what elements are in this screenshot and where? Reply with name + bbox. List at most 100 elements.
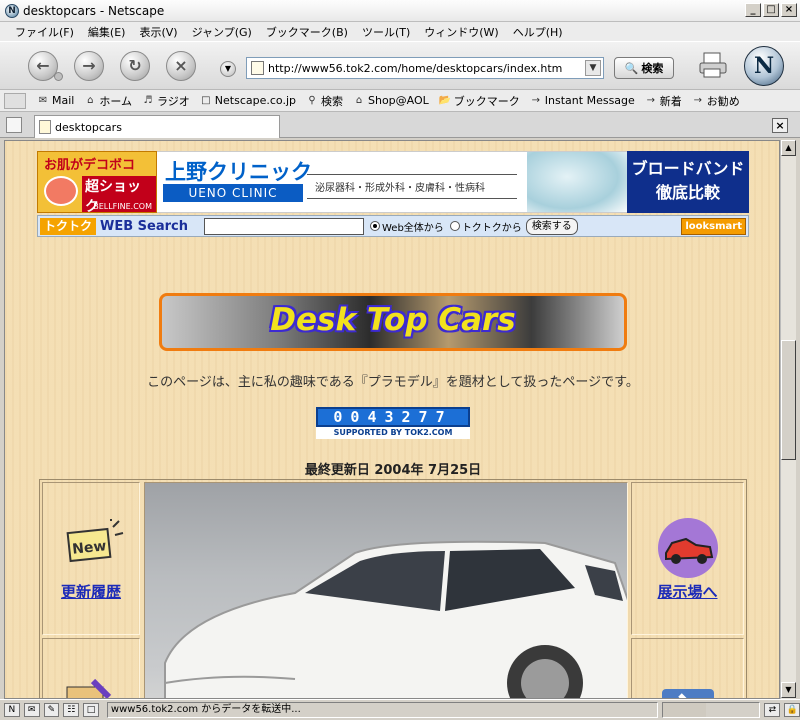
- shop-icon: ⌂: [355, 94, 363, 106]
- bookmark-recommend[interactable]: → お勧め: [687, 93, 745, 109]
- bookmark-shop[interactable]: ⌂ Shop@AOL: [348, 94, 434, 107]
- radio-site[interactable]: トクトクから: [449, 219, 522, 234]
- scroll-up-button[interactable]: ▲: [781, 140, 796, 156]
- mail-icon[interactable]: ✉: [23, 703, 40, 717]
- ad-skin-face-icon: [44, 176, 78, 206]
- security-lock-icon[interactable]: 🔒: [784, 703, 800, 717]
- forward-button[interactable]: →: [74, 51, 104, 81]
- menu-go[interactable]: ジャンプ(G): [185, 24, 259, 40]
- bookmark-label: Netscape.co.jp: [214, 94, 296, 107]
- chat-icon[interactable]: □: [83, 703, 99, 717]
- intro-text: このページは、主に私の趣味である『プラモデル』を題材として扱ったページです。: [147, 375, 639, 390]
- site-title: Desk Top Cars: [270, 302, 516, 338]
- bookmark-mail[interactable]: ✉ Mail: [32, 94, 79, 107]
- forward-arrow-icon: →: [82, 56, 96, 75]
- window-title: desktopcars - Netscape: [23, 3, 165, 18]
- showroom-cell: 展示場へ: [631, 482, 744, 635]
- url-bar[interactable]: http://www56.tok2.com/home/desktopcars/i…: [246, 57, 604, 79]
- print-icon[interactable]: [698, 51, 728, 79]
- page-content: お肌がデコボコ 超ショック BELLFINE.COM 上野クリニック UENO …: [4, 140, 780, 699]
- menu-help[interactable]: ヘルプ(H): [506, 24, 570, 40]
- bookmark-netscape[interactable]: □ Netscape.co.jp: [195, 94, 301, 107]
- radio-web[interactable]: Web全体から: [370, 219, 444, 234]
- clinic-name: 上野クリニック: [165, 160, 312, 184]
- bookmark-bookmarks[interactable]: 📂 ブックマーク: [434, 93, 525, 109]
- counter-digits: 0043277: [316, 407, 470, 427]
- home-icon: ⌂: [87, 94, 94, 106]
- scroll-down-button[interactable]: ▼: [781, 682, 796, 698]
- web-search-submit[interactable]: 検索する: [525, 217, 578, 235]
- looksmart-logo[interactable]: looksmart: [681, 217, 746, 235]
- recommend-icon: →: [693, 94, 702, 106]
- bookmark-home[interactable]: ⌂ ホーム: [79, 93, 137, 109]
- radio-button[interactable]: [449, 221, 460, 231]
- close-tab-button[interactable]: ×: [772, 118, 788, 133]
- ad-banner-row: お肌がデコボコ 超ショック BELLFINE.COM 上野クリニック UENO …: [37, 151, 749, 213]
- bookmark-label: Instant Message: [544, 94, 635, 107]
- toolbar-home-grip-icon[interactable]: [4, 93, 26, 109]
- stop-button[interactable]: ×: [166, 51, 196, 81]
- tab-bar: desktopcars ×: [0, 112, 800, 138]
- tab-label: desktopcars: [55, 120, 122, 134]
- search-button[interactable]: 🔍 検索: [614, 57, 674, 79]
- new-tab-icon[interactable]: [6, 117, 22, 133]
- mail-icon: ✉: [38, 94, 48, 106]
- maximize-button[interactable]: □: [763, 3, 779, 17]
- web-search-label: WEB Search: [100, 218, 188, 234]
- radio-site-label: トクトクから: [461, 222, 522, 234]
- menu-edit[interactable]: 編集(E): [81, 24, 133, 40]
- menu-bookmarks[interactable]: ブックマーク(B): [259, 24, 355, 40]
- ad-skin-banner[interactable]: お肌がデコボコ 超ショック BELLFINE.COM: [37, 151, 157, 213]
- url-history-dropdown[interactable]: ▼: [585, 60, 601, 76]
- tab-desktopcars[interactable]: desktopcars: [34, 115, 280, 138]
- netscape-app-icon[interactable]: N: [5, 3, 19, 18]
- ad-skin-headline: お肌がデコボコ: [44, 158, 136, 173]
- access-counter[interactable]: 0043277 SUPPORTED BY TOK2.COM: [316, 407, 470, 439]
- bookmark-instant-message[interactable]: → Instant Message: [525, 94, 640, 107]
- bookmark-new[interactable]: → 新着: [640, 93, 687, 109]
- bookmark-label: Mail: [52, 94, 75, 107]
- window-controls: _ □ ×: [745, 3, 797, 17]
- desk-top-cars-logo: Desk Top Cars: [159, 293, 627, 351]
- menu-view[interactable]: 表示(V): [132, 24, 184, 40]
- ad-clinic-banner[interactable]: 上野クリニック UENO CLINIC 泌尿器科・形成外科・皮膚科・性病科: [157, 151, 627, 213]
- back-history-dropdown[interactable]: [54, 72, 63, 81]
- radio-button[interactable]: [370, 221, 380, 231]
- ad-broadband-banner[interactable]: ブロードバンド 徹底比較: [627, 151, 749, 213]
- web-search-input[interactable]: [204, 217, 364, 235]
- progress-fill: [663, 703, 707, 717]
- web-search-bar: トクトク WEB Search Web全体から トクトクから 検索する look…: [37, 215, 749, 237]
- back-arrow-icon: ←: [36, 56, 50, 75]
- minimize-button[interactable]: _: [745, 3, 761, 17]
- page-icon: [251, 61, 264, 75]
- progress-bar: [662, 702, 761, 718]
- menu-window[interactable]: ウィンドウ(W): [417, 24, 505, 40]
- go-dropdown-button[interactable]: ▼: [220, 61, 236, 77]
- reload-button[interactable]: ↻: [120, 51, 150, 81]
- vertical-scrollbar[interactable]: ▲ ▼: [780, 140, 796, 699]
- menu-file[interactable]: ファイル(F): [8, 24, 81, 40]
- scroll-thumb[interactable]: [781, 340, 796, 460]
- address-book-icon[interactable]: ☷: [63, 703, 80, 717]
- new-badge-icon: New: [66, 519, 124, 563]
- netscape-throbber-icon[interactable]: N: [744, 46, 784, 86]
- history-link[interactable]: 更新履歴: [43, 581, 139, 602]
- status-text: www56.tok2.com からデータを転送中...: [106, 702, 659, 718]
- composer-icon[interactable]: ✎: [43, 703, 60, 717]
- bookmark-label: 新着: [659, 94, 682, 108]
- bookmark-search[interactable]: ⚲ 検索: [301, 93, 348, 109]
- left-lower-cell: [42, 638, 140, 698]
- url-input[interactable]: http://www56.tok2.com/home/desktopcars/i…: [268, 62, 585, 75]
- bookmark-label: 検索: [321, 94, 343, 108]
- close-button[interactable]: ×: [781, 3, 797, 17]
- navigator-icon[interactable]: N: [4, 703, 20, 717]
- showroom-link[interactable]: 展示場へ: [632, 581, 743, 602]
- clinic-illustration: [527, 152, 627, 212]
- menu-tools[interactable]: ツール(T): [355, 24, 417, 40]
- personal-toolbar: ✉ Mail ⌂ ホーム ♬ ラジオ □ Netscape.co.jp ⚲ 検索…: [0, 90, 800, 112]
- tokutoku-logo[interactable]: トクトク: [40, 217, 97, 235]
- bookmark-radio[interactable]: ♬ ラジオ: [137, 93, 195, 109]
- bookmark-label: お勧め: [706, 94, 740, 108]
- bookmark-label: ホーム: [99, 94, 133, 108]
- last-updated: 最終更新日 2004年 7月25日: [304, 463, 482, 478]
